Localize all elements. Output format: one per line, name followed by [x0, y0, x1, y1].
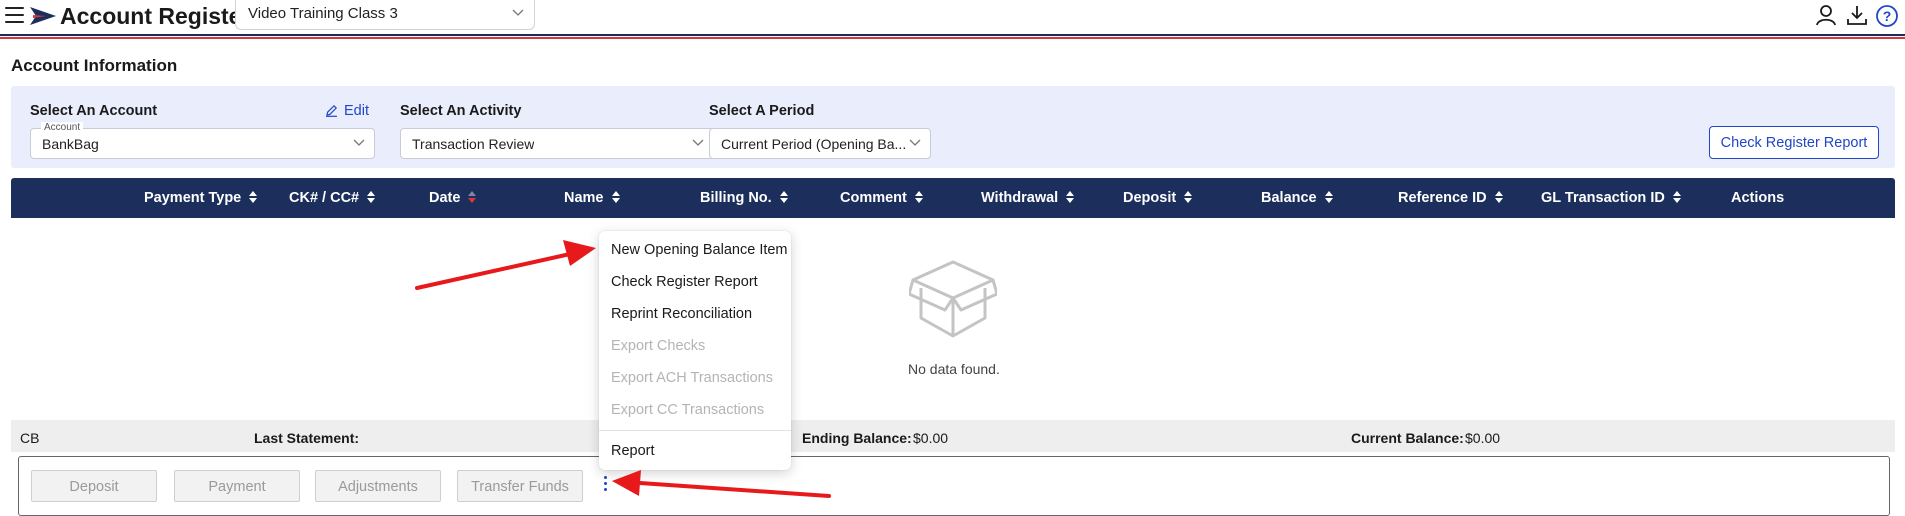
pencil-icon	[326, 104, 338, 117]
filter-panel: Select An Account Edit Account BankBag S…	[11, 86, 1895, 168]
ending-balance-label: Ending Balance:	[802, 430, 912, 446]
chevron-down-icon	[692, 139, 704, 146]
activity-label: Select An Activity	[400, 103, 522, 119]
last-statement-label: Last Statement:	[254, 430, 360, 446]
adjustments-button[interactable]: Adjustments	[315, 470, 441, 502]
menu-item-new-opening-balance[interactable]: New Opening Balance Item	[611, 242, 788, 258]
edit-account-link[interactable]: Edit	[325, 103, 369, 119]
column-label: Comment	[840, 190, 907, 206]
period-value: Current Period (Opening Ba...	[721, 136, 906, 152]
action-bar: Deposit Payment Adjustments Transfer Fun…	[18, 456, 1890, 516]
period-select[interactable]: Current Period (Opening Ba...	[709, 128, 931, 159]
column-billing-no[interactable]: Billing No.	[700, 190, 788, 206]
menu-icon[interactable]	[5, 7, 24, 23]
transfer-funds-button[interactable]: Transfer Funds	[457, 470, 583, 502]
current-balance-value: $0.00	[1465, 430, 1501, 446]
sort-icon	[779, 191, 788, 203]
more-actions-icon[interactable]	[601, 476, 611, 496]
activity-select[interactable]: Transaction Review	[400, 128, 714, 159]
top-bar: Account Register Video Training Class 3 …	[0, 0, 1905, 34]
column-label: Date	[429, 190, 461, 206]
account-value: BankBag	[42, 136, 99, 152]
sort-icon	[367, 191, 376, 203]
download-icon[interactable]	[1846, 4, 1868, 26]
column-label: CK# / CC#	[289, 190, 360, 206]
svg-text:?: ?	[1883, 8, 1892, 24]
company-select-value: Video Training Class 3	[248, 5, 398, 22]
sort-icon	[249, 191, 258, 203]
sort-icon	[1184, 191, 1193, 203]
flag-logo-icon	[30, 7, 56, 25]
table-header: Payment Type CK# / CC# Date Name Billing…	[11, 178, 1895, 218]
sort-icon	[1494, 191, 1503, 203]
annotation-arrow-top	[415, 240, 596, 290]
column-gl-transaction-id[interactable]: GL Transaction ID	[1541, 190, 1681, 206]
column-name[interactable]: Name	[564, 190, 620, 206]
account-floating-label: Account	[41, 122, 84, 133]
account-label: Select An Account	[30, 103, 158, 119]
column-label: Payment Type	[144, 190, 242, 206]
column-label: Name	[564, 190, 604, 206]
payment-button[interactable]: Payment	[174, 470, 300, 502]
header-stripe-navy	[0, 34, 1905, 36]
column-label: Deposit	[1123, 190, 1177, 206]
sort-icon	[1324, 191, 1333, 203]
empty-box-icon	[909, 260, 997, 338]
edit-label: Edit	[344, 103, 369, 119]
header-stripe-red	[0, 37, 1905, 39]
help-icon[interactable]: ?	[1875, 4, 1899, 28]
period-label: Select A Period	[709, 103, 815, 119]
current-balance-label: Current Balance:	[1351, 430, 1464, 446]
sort-desc-icon	[468, 191, 477, 203]
sort-icon	[611, 191, 620, 203]
activity-value: Transaction Review	[412, 136, 535, 152]
user-icon[interactable]	[1815, 4, 1837, 26]
column-actions: Actions	[1731, 190, 1784, 206]
deposit-button[interactable]: Deposit	[31, 470, 157, 502]
column-label: Actions	[1731, 190, 1785, 206]
column-label: Reference ID	[1398, 190, 1487, 206]
app-title: Account Register	[60, 3, 251, 29]
menu-item-export-checks: Export Checks	[611, 338, 706, 354]
check-register-report-button[interactable]: Check Register Report	[1709, 126, 1879, 159]
column-ck-cc[interactable]: CK# / CC#	[289, 190, 376, 206]
menu-item-report[interactable]: Report	[611, 443, 655, 459]
column-payment-type[interactable]: Payment Type	[144, 190, 258, 206]
sort-icon	[1066, 191, 1075, 203]
menu-item-reprint-reconciliation[interactable]: Reprint Reconciliation	[611, 306, 752, 322]
column-withdrawal[interactable]: Withdrawal	[981, 190, 1075, 206]
column-date[interactable]: Date	[429, 190, 477, 206]
menu-item-export-ach: Export ACH Transactions	[611, 370, 773, 386]
sort-icon	[914, 191, 923, 203]
account-select[interactable]: Account BankBag	[30, 122, 375, 159]
column-comment[interactable]: Comment	[840, 190, 923, 206]
column-label: Balance	[1261, 190, 1317, 206]
account-code: CB	[20, 430, 40, 446]
chevron-down-icon	[512, 9, 524, 16]
sort-icon	[1672, 191, 1681, 203]
column-label: GL Transaction ID	[1541, 190, 1665, 206]
more-actions-menu: New Opening Balance Item Check Register …	[599, 231, 791, 470]
ending-balance-value: $0.00	[913, 430, 949, 446]
chevron-down-icon	[353, 139, 365, 146]
menu-item-check-register-report[interactable]: Check Register Report	[611, 274, 758, 290]
empty-state-text: No data found.	[908, 361, 1000, 377]
menu-item-export-cc: Export CC Transactions	[611, 402, 765, 418]
column-label: Billing No.	[700, 190, 772, 206]
summary-bar: CB Last Statement: Ending Balance: $0.00…	[11, 420, 1895, 452]
chevron-down-icon	[909, 139, 921, 146]
column-deposit[interactable]: Deposit	[1123, 190, 1193, 206]
column-balance[interactable]: Balance	[1261, 190, 1333, 206]
company-select[interactable]: Video Training Class 3	[235, 0, 535, 30]
section-title: Account Information	[11, 56, 178, 75]
column-reference-id[interactable]: Reference ID	[1398, 190, 1503, 206]
column-label: Withdrawal	[981, 190, 1059, 206]
menu-divider	[599, 430, 791, 431]
